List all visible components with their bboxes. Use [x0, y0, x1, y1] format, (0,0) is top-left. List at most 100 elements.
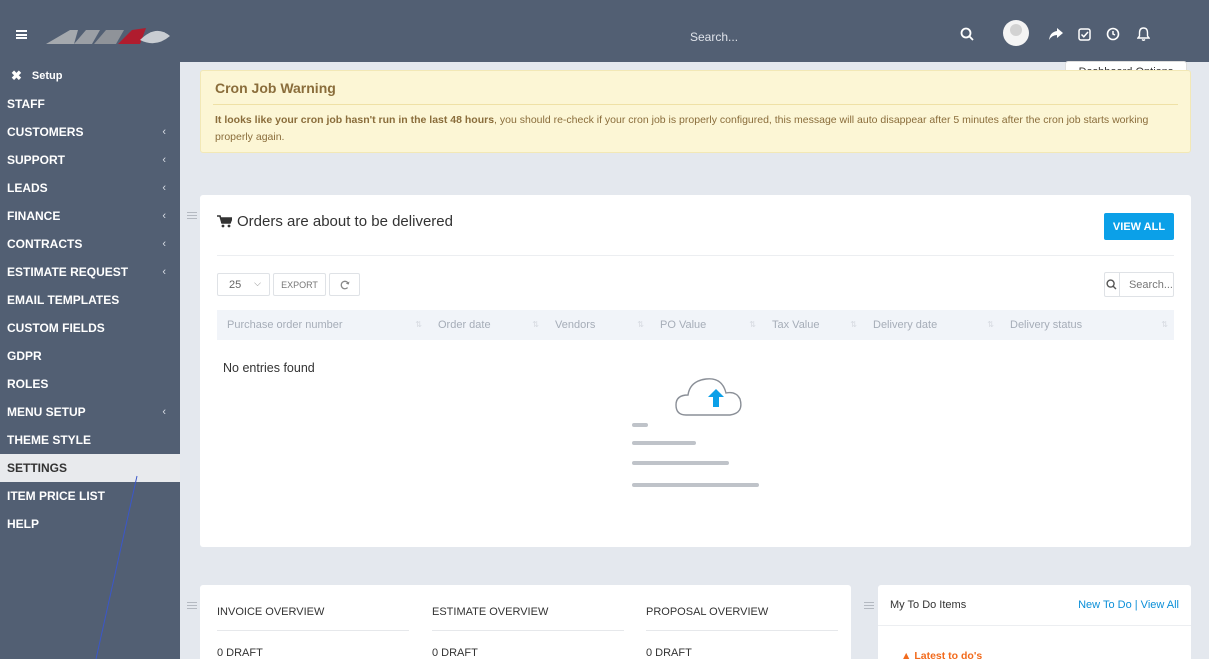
sidebar-item-label: GDPR — [7, 349, 42, 363]
search-icon[interactable] — [957, 24, 977, 44]
chevron-left-icon: ‹ — [162, 406, 166, 418]
sort-icon[interactable]: ⇅ — [987, 320, 994, 329]
column-header-order-date[interactable]: Order date ⇅ — [428, 310, 545, 340]
setup-header[interactable]: ✖ Setup — [0, 62, 180, 90]
sidebar-item-label: LEADS — [7, 181, 48, 195]
drag-handle-icon[interactable] — [864, 602, 874, 610]
setup-sidebar: ✖ Setup STAFF CUSTOMERS ‹ SUPPORT ‹ LEADS ‹ FIN… — [0, 62, 180, 659]
refresh-button[interactable] — [329, 273, 360, 296]
page-length-value: 25 — [229, 278, 242, 291]
no-entries-message: No entries found — [223, 361, 315, 375]
overview-divider — [217, 630, 409, 631]
sidebar-item-label: ROLES — [7, 377, 49, 391]
invoice-draft-count[interactable]: 0 DRAFT — [217, 647, 409, 659]
sort-icon[interactable]: ⇅ — [749, 320, 756, 329]
drag-handle-icon[interactable] — [187, 602, 197, 610]
chevron-left-icon: ‹ — [162, 182, 166, 194]
overview-divider — [646, 630, 838, 631]
sidebar-item-contracts[interactable]: CONTRACTS ‹ — [0, 230, 180, 258]
sidebar-item-label: STAFF — [7, 97, 45, 111]
orders-title: Orders are about to be delivered — [217, 213, 453, 230]
column-header-vendors[interactable]: Vendors ⇅ — [545, 310, 650, 340]
table-search-placeholder: Search... — [1128, 278, 1173, 291]
cart-icon — [217, 215, 232, 228]
sidebar-item-email-templates[interactable]: EMAIL TEMPLATES — [0, 286, 180, 314]
table-search-input[interactable]: Search... — [1104, 272, 1174, 297]
sort-icon[interactable]: ⇅ — [415, 320, 422, 329]
sidebar-item-gdpr[interactable]: GDPR — [0, 342, 180, 370]
bell-icon[interactable] — [1133, 24, 1153, 44]
todo-divider — [878, 625, 1191, 626]
estimate-draft-count[interactable]: 0 DRAFT — [432, 647, 624, 659]
column-header-delivery-status[interactable]: Delivery status ⇅ — [1000, 310, 1174, 340]
todo-widget: My To Do Items New To Do | View All ▲ La… — [878, 585, 1191, 659]
view-all-todos-link[interactable]: | View All — [1135, 599, 1179, 611]
menu-icon[interactable] — [16, 30, 27, 39]
column-header-label: Delivery status — [1010, 319, 1083, 331]
empty-table-illustration — [632, 378, 759, 487]
chevron-left-icon: ‹ — [162, 126, 166, 138]
sidebar-item-label: CUSTOM FIELDS — [7, 321, 105, 335]
finance-overview-widget: INVOICE OVERVIEW 0 DRAFT ESTIMATE OVERVI… — [200, 585, 851, 659]
avatar[interactable] — [1003, 20, 1029, 46]
todo-links: New To Do | View All — [1078, 599, 1179, 611]
invoice-overview-title: INVOICE OVERVIEW — [217, 606, 325, 618]
column-header-delivery-date[interactable]: Delivery date ⇅ — [863, 310, 1000, 340]
sidebar-item-item-price-list[interactable]: ITEM PRICE LIST — [0, 482, 180, 510]
orders-table-header: Purchase order number ⇅ Order date ⇅ Vendors… — [217, 310, 1174, 340]
sidebar-item-staff[interactable]: STAFF — [0, 90, 180, 118]
sidebar-item-roles[interactable]: ROLES — [0, 370, 180, 398]
orders-divider — [217, 255, 1174, 256]
brand-logo[interactable] — [44, 24, 172, 46]
drag-handle-icon[interactable] — [187, 212, 197, 220]
sort-icon[interactable]: ⇅ — [637, 320, 644, 329]
estimate-overview-title: ESTIMATE OVERVIEW — [432, 606, 549, 618]
sort-icon[interactable]: ⇅ — [1161, 320, 1168, 329]
global-search-input[interactable]: Search... — [690, 30, 738, 44]
warning-icon: ▲ — [901, 650, 912, 659]
search-icon — [1105, 273, 1120, 296]
sidebar-item-support[interactable]: SUPPORT ‹ — [0, 146, 180, 174]
close-icon[interactable]: ✖ — [11, 68, 22, 84]
sidebar-item-settings[interactable]: SETTINGS — [0, 454, 180, 482]
column-header-po-value[interactable]: PO Value ⇅ — [650, 310, 762, 340]
page-length-select[interactable]: 25 ⌵ — [217, 273, 270, 296]
column-header-label: PO Value — [660, 319, 707, 331]
clock-icon[interactable] — [1103, 24, 1123, 44]
column-header-tax-value[interactable]: Tax Value ⇅ — [762, 310, 863, 340]
orders-widget: Orders are about to be delivered VIEW AL… — [200, 195, 1191, 547]
sidebar-item-label: HELP — [7, 517, 40, 531]
new-todo-link[interactable]: New To Do — [1078, 599, 1132, 611]
column-header-label: Tax Value — [772, 319, 820, 331]
sidebar-item-help[interactable]: HELP — [0, 510, 180, 538]
view-all-button[interactable]: VIEW ALL — [1104, 213, 1174, 240]
warning-divider — [213, 104, 1178, 105]
sidebar-item-label: CONTRACTS — [7, 237, 83, 251]
sidebar-item-label: THEME STYLE — [7, 433, 92, 447]
sidebar-item-label: ESTIMATE REQUEST — [7, 265, 129, 279]
sidebar-item-customers[interactable]: CUSTOMERS ‹ — [0, 118, 180, 146]
sidebar-item-finance[interactable]: FINANCE ‹ — [0, 202, 180, 230]
column-header-purchase-order-number[interactable]: Purchase order number ⇅ — [217, 310, 428, 340]
orders-title-text: Orders are about to be delivered — [237, 213, 453, 230]
export-button[interactable]: EXPORT — [273, 273, 326, 296]
warning-message-bold: It looks like your cron job hasn't run i… — [215, 114, 495, 126]
chevron-left-icon: ‹ — [162, 266, 166, 278]
sidebar-item-menu-setup[interactable]: MENU SETUP ‹ — [0, 398, 180, 426]
sidebar-item-estimate-request[interactable]: ESTIMATE REQUEST ‹ — [0, 258, 180, 286]
share-icon[interactable] — [1046, 24, 1066, 44]
column-header-label: Purchase order number — [227, 319, 343, 331]
sidebar-item-theme-style[interactable]: THEME STYLE — [0, 426, 180, 454]
sort-icon[interactable]: ⇅ — [850, 320, 857, 329]
proposal-draft-count[interactable]: 0 DRAFT — [646, 647, 838, 659]
sidebar-item-label: CUSTOMERS — [7, 125, 84, 139]
sidebar-item-label: ITEM PRICE LIST — [7, 489, 106, 503]
sidebar-item-custom-fields[interactable]: CUSTOM FIELDS — [0, 314, 180, 342]
refresh-icon — [340, 280, 349, 289]
sidebar-item-leads[interactable]: LEADS ‹ — [0, 174, 180, 202]
sidebar-item-label: SETTINGS — [7, 461, 68, 475]
sort-icon[interactable]: ⇅ — [532, 320, 539, 329]
todo-title: My To Do Items — [890, 599, 967, 611]
sidebar-item-label: FINANCE — [7, 209, 61, 223]
checkbox-icon[interactable] — [1074, 24, 1094, 44]
